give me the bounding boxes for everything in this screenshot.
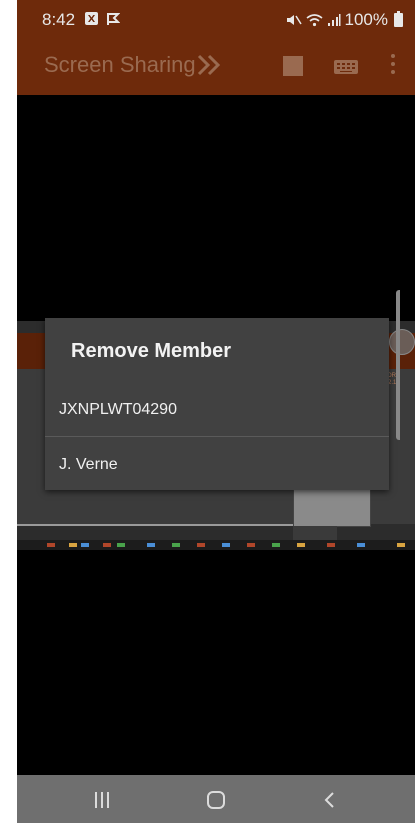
member-item[interactable]: JXNPLWT04290: [45, 383, 389, 437]
remote-avatar: [389, 329, 415, 355]
status-bar: 8:42 100%: [17, 0, 415, 38]
dialog-title: Remove Member: [71, 340, 232, 362]
keyboard-icon[interactable]: [334, 60, 358, 74]
phone-screen: 8:42 100% Screen Sharing PORT 1.2.11 Rem…: [17, 0, 415, 823]
dialog-divider: [45, 436, 389, 437]
remove-member-dialog: Remove Member JXNPLWT04290 J. Verne: [45, 318, 389, 490]
app-title: Screen Sharing: [44, 52, 196, 77]
member-item-label: J. Verne: [59, 456, 118, 473]
member-item[interactable]: J. Verne: [45, 438, 389, 492]
system-nav-bar: [17, 775, 415, 823]
wifi-icon: [306, 14, 323, 27]
home-icon[interactable]: [207, 791, 225, 809]
recent-apps-icon[interactable]: [95, 792, 111, 808]
mute-icon: [286, 15, 302, 25]
edge-panel-handle[interactable]: [396, 290, 400, 440]
status-time: 8:42: [42, 10, 76, 29]
battery-percent: 100%: [344, 10, 388, 29]
remote-taskbar: [17, 540, 415, 550]
app-bar: Screen Sharing: [17, 38, 415, 95]
double-chevron-right-icon[interactable]: [197, 54, 221, 76]
notification-flag-icon: [107, 13, 120, 25]
battery-icon: [394, 11, 403, 27]
notification-x-icon: [85, 12, 98, 25]
stop-button[interactable]: [283, 56, 303, 76]
back-icon[interactable]: [322, 791, 336, 809]
signal-icon: [327, 14, 341, 26]
member-item-label: JXNPLWT04290: [59, 401, 177, 418]
more-options-icon[interactable]: [385, 54, 401, 78]
status-right-group: 100%: [286, 10, 403, 30]
